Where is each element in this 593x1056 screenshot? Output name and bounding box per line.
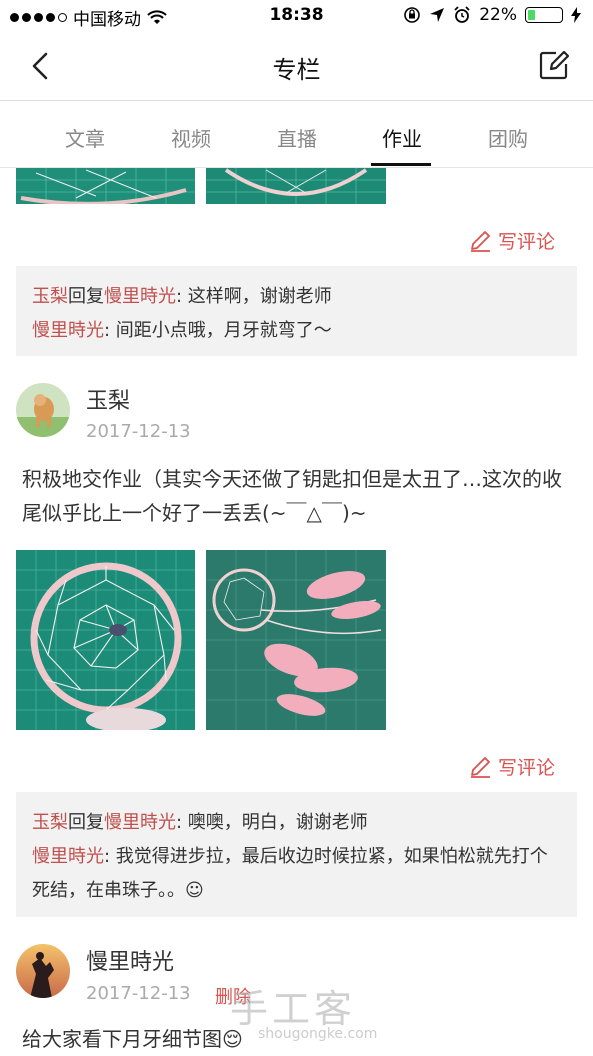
comment-text: : 我觉得进步拉，最后收边时候拉紧，如果怕松就先打个死结，在串珠子。。☺ xyxy=(32,846,548,901)
tab-homework[interactable]: 作业 xyxy=(362,123,442,152)
nav-bar: 专栏 xyxy=(0,32,593,101)
post-date: 2017-12-13 xyxy=(86,983,191,1004)
comment-box: 玉梨回复慢里時光: 这样啊，谢谢老师 慢里時光: 间距小点哦，月牙就弯了～ xyxy=(16,266,577,356)
write-comment-button[interactable]: 写评论 xyxy=(468,753,555,780)
post-content: 积极地交作业（其实今天还做了钥匙扣但是太丑了…这次的收尾似乎比上一个好了一丢丢(… xyxy=(22,467,562,525)
pencil-icon xyxy=(471,756,490,778)
page-title: 专栏 xyxy=(272,56,321,84)
comment-author[interactable]: 慢里時光 xyxy=(32,846,104,867)
write-comment-button[interactable]: 写评论 xyxy=(468,227,555,254)
post-date: 2017-12-13 xyxy=(86,421,191,442)
comment-text: : 这样啊，谢谢老师 xyxy=(176,286,332,307)
post-image-thumbnail[interactable] xyxy=(206,550,386,730)
edit-icon[interactable] xyxy=(537,48,571,82)
comment-box: 玉梨回复慢里時光: 噢噢，明白，谢谢老师 慢里時光: 我觉得进步拉，最后收边时候… xyxy=(16,792,577,917)
tab-articles[interactable]: 文章 xyxy=(45,123,125,152)
battery-percent: 22% xyxy=(479,5,517,25)
watermark: 手工客 xyxy=(230,987,357,1031)
post-image-thumbnail[interactable] xyxy=(16,550,195,730)
avatar[interactable] xyxy=(16,944,70,998)
comment-author[interactable]: 玉梨 xyxy=(32,286,68,307)
comment-author[interactable]: 玉梨 xyxy=(32,812,68,833)
comment[interactable]: 慢里時光: 我觉得进步拉，最后收边时候拉紧，如果怕松就先打个死结，在串珠子。。☺ xyxy=(32,840,561,908)
tab-live[interactable]: 直播 xyxy=(257,123,337,152)
tab-videos[interactable]: 视频 xyxy=(151,123,231,152)
status-bar: 中国移动 18:38 22% xyxy=(0,0,593,32)
comment[interactable]: 玉梨回复慢里時光: 这样啊，谢谢老师 xyxy=(32,280,561,314)
username[interactable]: 慢里時光 xyxy=(86,944,174,976)
rotation-lock-icon xyxy=(404,7,421,23)
tab-group-buy[interactable]: 团购 xyxy=(468,123,548,152)
tab-active-indicator xyxy=(371,163,431,166)
comment-author[interactable]: 慢里時光 xyxy=(32,320,104,341)
charging-icon xyxy=(571,7,581,23)
reply-word: 回复 xyxy=(68,812,104,833)
battery-icon xyxy=(525,7,563,23)
comment-text: : 噢噢，明白，谢谢老师 xyxy=(176,812,368,833)
watermark-url: shougongke.com xyxy=(258,1026,378,1042)
comment[interactable]: 玉梨回复慢里時光: 噢噢，明白，谢谢老师 xyxy=(32,806,561,840)
comment-target[interactable]: 慢里時光 xyxy=(104,812,176,833)
write-comment-label: 写评论 xyxy=(498,757,556,779)
comment-target[interactable]: 慢里時光 xyxy=(104,286,176,307)
comment[interactable]: 慢里時光: 间距小点哦，月牙就弯了～ xyxy=(32,314,561,348)
avatar[interactable] xyxy=(16,383,70,437)
reply-word: 回复 xyxy=(68,286,104,307)
comment-text: : 间距小点哦，月牙就弯了～ xyxy=(104,320,332,341)
tab-bar: 文章 视频 直播 作业 团购 xyxy=(0,101,593,168)
post-image-thumbnail[interactable] xyxy=(16,168,195,204)
alarm-icon xyxy=(454,6,470,23)
write-comment-label: 写评论 xyxy=(498,231,556,253)
pencil-icon xyxy=(471,230,490,252)
username[interactable]: 玉梨 xyxy=(86,383,130,415)
post-image-thumbnail[interactable] xyxy=(206,168,386,204)
location-icon xyxy=(430,8,445,22)
